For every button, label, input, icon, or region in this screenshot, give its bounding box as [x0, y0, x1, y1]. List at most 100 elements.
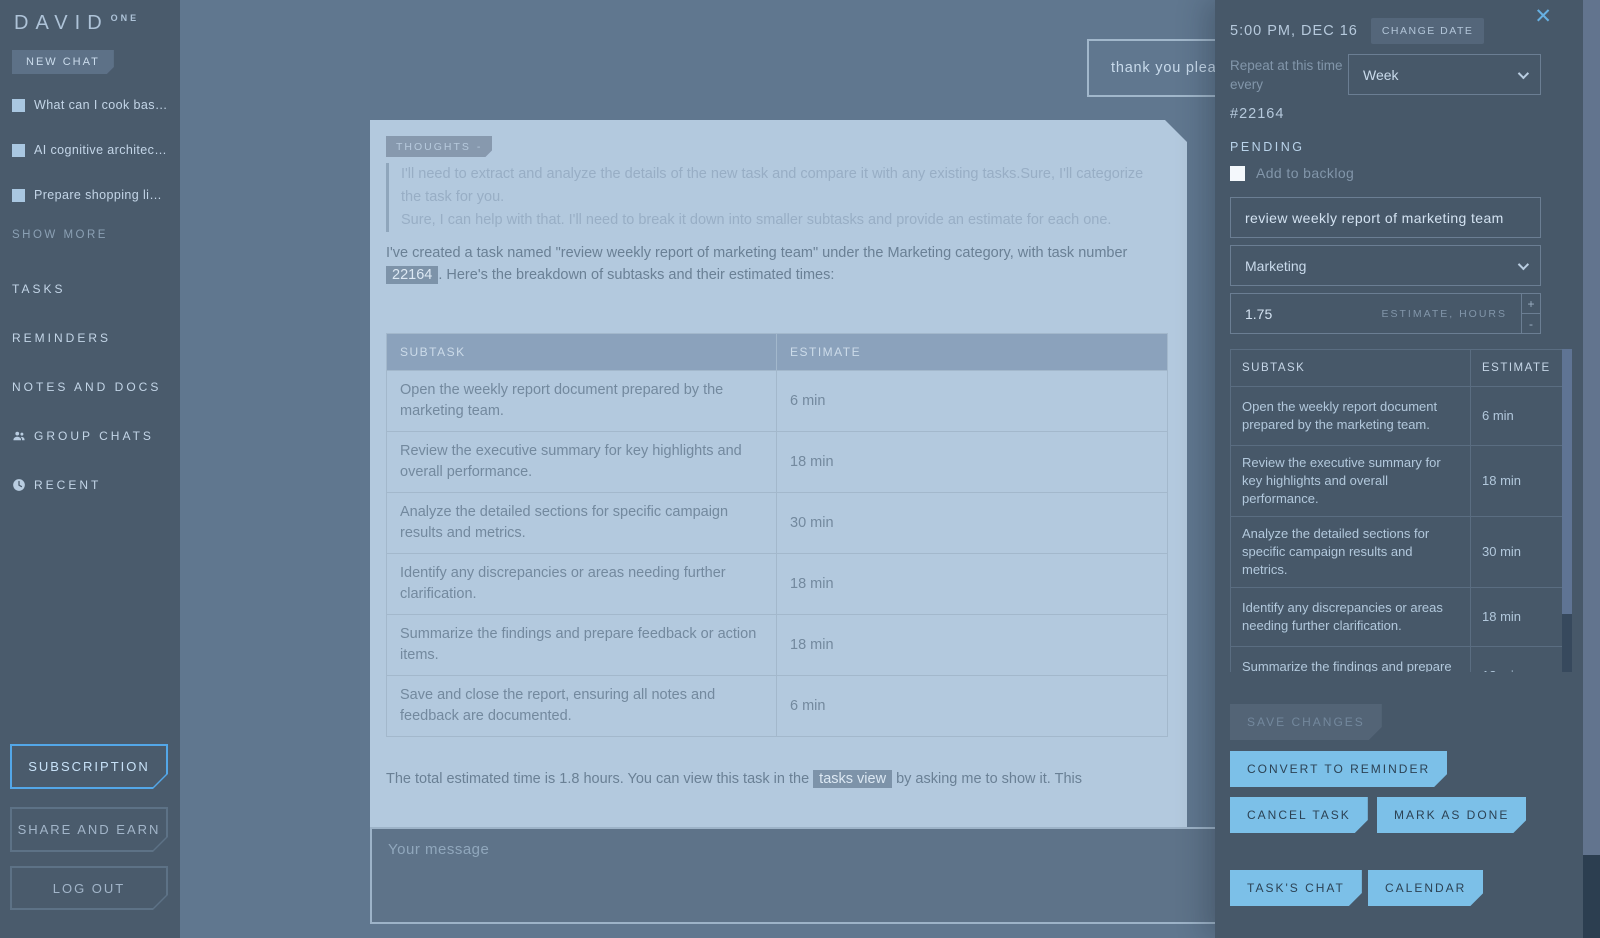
sidebar-chat-item[interactable]: What can I cook bas… — [12, 96, 174, 114]
chat-item-label: AI cognitive architec… — [34, 143, 167, 157]
chat-square-icon — [12, 99, 25, 112]
estimate-label: ESTIMATE, HOURS — [1382, 308, 1507, 320]
subtask-table: SUBTASK ESTIMATE Open the weekly report … — [386, 333, 1168, 737]
subtask-column-header: SUBTASK — [1231, 350, 1471, 387]
table-row: Analyze the detailed sections for specif… — [1231, 517, 1563, 588]
chat-history-list: What can I cook bas… AI cognitive archit… — [12, 96, 174, 231]
task-id: #22164 — [1230, 106, 1284, 122]
estimate-cell: 18 min — [777, 615, 1168, 676]
status-badge: PENDING — [1230, 140, 1304, 154]
sidebar-nav: TASKS REMINDERS NOTES AND DOCS GROUP CHA… — [12, 264, 174, 509]
group-chats-icon — [12, 429, 26, 443]
share-and-earn-button[interactable]: SHARE AND EARN — [10, 807, 168, 852]
share-and-earn-label: SHARE AND EARN — [12, 809, 166, 850]
estimate-field: ESTIMATE, HOURS + - — [1230, 293, 1541, 334]
estimate-cell: 6 min — [1471, 387, 1563, 446]
add-to-backlog-row[interactable]: Add to backlog — [1230, 165, 1354, 181]
table-scrollbar-track[interactable] — [1562, 349, 1572, 672]
window-scrollbar-thumb[interactable] — [1583, 855, 1600, 938]
sidebar-chat-item[interactable]: Prepare shopping li… — [12, 186, 174, 204]
new-chat-button[interactable]: NEW CHAT — [12, 50, 114, 74]
panel-table-header-row: SUBTASK ESTIMATE — [1231, 350, 1563, 387]
assistant-outro-text: The total estimated time is 1.8 hours. Y… — [386, 768, 1176, 790]
category-select[interactable]: Marketing — [1230, 245, 1541, 286]
estimate-cell: 18 min — [777, 432, 1168, 493]
chat-item-label: Prepare shopping li… — [34, 188, 162, 202]
panel-subtask-table: SUBTASK ESTIMATE Open the weekly report … — [1230, 349, 1563, 672]
thoughts-toggle[interactable]: THOUGHTS - — [386, 136, 492, 157]
chat-item-label: What can I cook bas… — [34, 98, 168, 112]
subscription-button[interactable]: SUBSCRIPTION — [10, 744, 168, 789]
calendar-button[interactable]: CALENDAR — [1368, 870, 1483, 906]
nav-label: REMINDERS — [12, 331, 111, 345]
outro-text-pre: The total estimated time is 1.8 hours. Y… — [386, 771, 813, 787]
window-scrollbar-track[interactable] — [1583, 0, 1600, 938]
sidebar: DAVIDONE NEW CHAT What can I cook bas… A… — [0, 0, 180, 938]
nav-label: NOTES AND DOCS — [12, 380, 161, 394]
logo-text: DAVID — [14, 12, 109, 34]
subtask-cell: Review the executive summary for key hig… — [387, 432, 777, 493]
repeat-select[interactable]: Week — [1348, 54, 1541, 95]
thoughts-collapse-icon: - — [477, 141, 483, 153]
table-row: Review the executive summary for key hig… — [1231, 446, 1563, 517]
sidebar-item-recent[interactable]: RECENT — [12, 460, 174, 509]
subtask-cell: Open the weekly report document prepared… — [387, 371, 777, 432]
estimate-column-header: ESTIMATE — [777, 334, 1168, 371]
change-date-button[interactable]: CHANGE DATE — [1371, 18, 1485, 44]
log-out-button[interactable]: LOG OUT — [10, 866, 168, 910]
repeat-label: Repeat at this time every — [1230, 56, 1348, 94]
thoughts-line: Sure, I can help with that. I'll need to… — [401, 209, 1166, 232]
subtask-cell: Identify any discrepancies or areas need… — [1231, 588, 1471, 647]
task-name-input[interactable] — [1230, 197, 1541, 238]
nav-label: GROUP CHATS — [34, 429, 154, 443]
panel-header: 5:00 PM, DEC 16 CHANGE DATE — [1230, 18, 1484, 44]
subtask-cell: Save and close the report, ensuring all … — [387, 676, 777, 737]
table-row: Save and close the report, ensuring all … — [387, 676, 1168, 737]
subtask-cell: Summarize the findings and prepare feedb… — [387, 615, 777, 676]
table-row: Open the weekly report document prepared… — [387, 371, 1168, 432]
convert-to-reminder-button[interactable]: CONVERT TO REMINDER — [1230, 751, 1447, 787]
show-more-button[interactable]: SHOW MORE — [12, 229, 108, 241]
increment-button[interactable]: + — [1522, 293, 1541, 314]
thoughts-line: I'll need to extract and analyze the det… — [401, 163, 1166, 209]
estimate-input[interactable] — [1245, 306, 1305, 322]
table-scrollbar-thumb[interactable] — [1562, 614, 1572, 672]
mark-as-done-button[interactable]: MARK AS DONE — [1377, 797, 1526, 833]
logo-sup-text: ONE — [111, 13, 140, 23]
backlog-label: Add to backlog — [1256, 165, 1354, 181]
backlog-checkbox[interactable] — [1230, 166, 1245, 181]
estimate-cell: 30 min — [1471, 517, 1563, 588]
table-row: Summarize the findings and prepare feedb… — [1231, 647, 1563, 673]
table-row: Analyze the detailed sections for specif… — [387, 493, 1168, 554]
decrement-button[interactable]: - — [1522, 314, 1541, 334]
table-row: Summarize the findings and prepare feedb… — [387, 615, 1168, 676]
sidebar-item-group-chats[interactable]: GROUP CHATS — [12, 411, 174, 460]
assistant-intro-text: I've created a task named "review weekly… — [386, 242, 1171, 286]
estimate-cell: 18 min — [777, 554, 1168, 615]
sidebar-item-reminders[interactable]: REMINDERS — [12, 313, 174, 362]
category-select-value: Marketing — [1245, 258, 1306, 274]
subtask-cell: Analyze the detailed sections for specif… — [387, 493, 777, 554]
nav-label: RECENT — [34, 478, 101, 492]
sidebar-item-tasks[interactable]: TASKS — [12, 264, 174, 313]
sidebar-item-notes-and-docs[interactable]: NOTES AND DOCS — [12, 362, 174, 411]
estimate-cell: 30 min — [777, 493, 1168, 554]
subtask-column-header: SUBTASK — [387, 334, 777, 371]
intro-text-post: . Here's the breakdown of subtasks and t… — [438, 267, 834, 283]
estimate-cell: 18 min — [1471, 446, 1563, 517]
log-out-label: LOG OUT — [12, 868, 166, 908]
repeat-select-value: Week — [1363, 67, 1399, 83]
chat-square-icon — [12, 189, 25, 202]
estimate-cell: 6 min — [777, 676, 1168, 737]
close-icon[interactable]: ✕ — [1534, 6, 1552, 27]
table-row: Open the weekly report document prepared… — [1231, 387, 1563, 446]
sidebar-chat-item[interactable]: AI cognitive architec… — [12, 141, 174, 159]
save-changes-button[interactable]: SAVE CHANGES — [1230, 704, 1382, 740]
cancel-task-button[interactable]: CANCEL TASK — [1230, 797, 1368, 833]
tasks-chat-button[interactable]: TASK'S CHAT — [1230, 870, 1362, 906]
estimate-column-header: ESTIMATE — [1471, 350, 1563, 387]
app-window: thank you please set task for Friday 5 p… — [0, 0, 1600, 938]
table-row: Review the executive summary for key hig… — [387, 432, 1168, 493]
estimate-stepper: + - — [1522, 293, 1541, 334]
chevron-down-icon — [1518, 67, 1529, 78]
